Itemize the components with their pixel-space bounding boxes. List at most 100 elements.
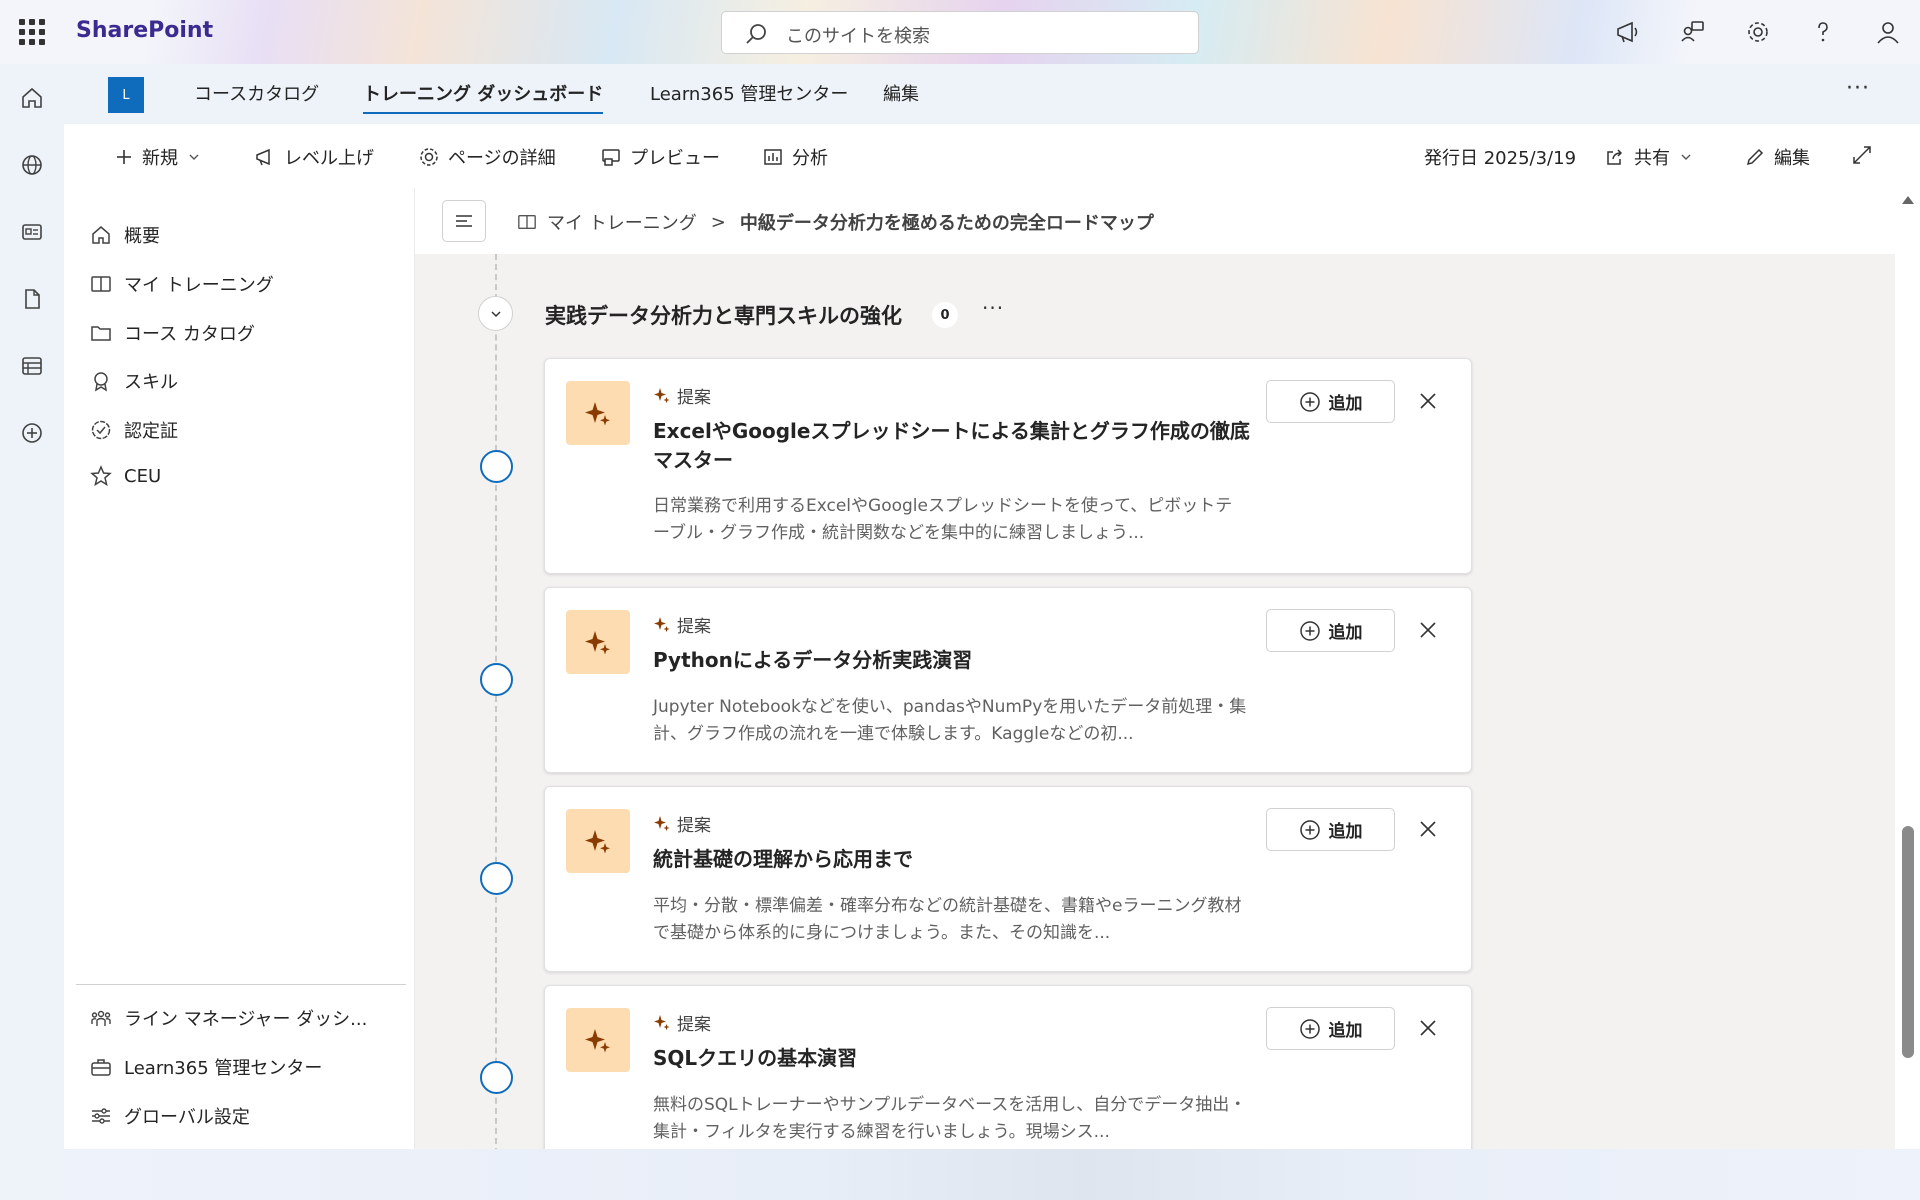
text-align-left-icon [456, 215, 472, 227]
nav-item-line-manager-dashboard[interactable]: ライン マネージャー ダッシ... [90, 1005, 367, 1031]
tab-learn365-admin[interactable]: Learn365 管理センター [650, 80, 848, 112]
list-icon[interactable] [0, 332, 64, 399]
breadcrumb: マイ トレーニング > 中級データ分析力を極めるための完全ロードマップ [517, 209, 1154, 235]
collapse-section-button[interactable] [478, 296, 513, 331]
add-button[interactable]: 追加 [1266, 808, 1395, 851]
toggle-nav-button[interactable] [442, 200, 486, 242]
sliders-icon [92, 1108, 110, 1124]
add-button[interactable]: 追加 [1266, 1007, 1395, 1050]
create-plus-icon[interactable] [0, 399, 64, 466]
card-title[interactable]: 統計基礎の理解から応用まで [653, 845, 1253, 874]
home-icon [92, 226, 110, 244]
account-avatar-icon[interactable] [1855, 0, 1920, 64]
certificate-icon [91, 420, 111, 440]
page-details-button[interactable]: ページの詳細 [418, 144, 556, 170]
more-options-icon[interactable]: ··· [1846, 76, 1870, 101]
suggestion-card[interactable]: 提案 SQLクエリの基本演習 無料のSQLトレーナーやサンプルデータベースを活用… [544, 985, 1472, 1149]
document-icon[interactable] [0, 265, 64, 332]
timeline-step-circle [480, 1061, 513, 1094]
site-logo[interactable]: L [108, 77, 144, 113]
nav-item-overview[interactable]: 概要 [90, 222, 160, 248]
help-icon[interactable] [1790, 0, 1855, 64]
megaphone-icon [256, 148, 270, 166]
card-description: Jupyter Notebookなどを使い、pandasやNumPyを用いたデー… [653, 697, 1247, 744]
level-up-button[interactable]: レベル上げ [254, 144, 374, 170]
sparkle-icon [585, 1029, 610, 1053]
megaphone-icon[interactable] [1595, 0, 1660, 64]
book-icon [91, 276, 111, 292]
scrollbar-thumb[interactable] [1902, 826, 1914, 1058]
search-placeholder: このサイトを検索 [786, 26, 930, 47]
chevron-down-icon [189, 154, 199, 160]
published-date: 発行日 2025/3/19 [1424, 148, 1577, 169]
analytics-button[interactable]: 分析 [762, 144, 828, 170]
nav-item-course-catalog[interactable]: コース カタログ [90, 320, 255, 346]
settings-gear-icon[interactable] [1725, 0, 1790, 64]
add-button[interactable]: 追加 [1266, 380, 1395, 423]
gear-icon [420, 148, 438, 166]
vertical-scrollbar[interactable] [1895, 188, 1920, 1149]
sparkle-icon [654, 387, 670, 403]
dismiss-icon[interactable] [1415, 816, 1441, 842]
new-label: 新規 [142, 148, 178, 169]
home-icon[interactable] [0, 64, 64, 131]
nav-item-global-settings[interactable]: グローバル設定 [90, 1103, 250, 1129]
globe-icon[interactable] [0, 131, 64, 198]
add-button-label: 追加 [1328, 1021, 1363, 1041]
share-label: 共有 [1634, 148, 1670, 169]
search-box[interactable]: このサイトを検索 [721, 11, 1199, 54]
tab-edit[interactable]: 編集 [883, 80, 919, 112]
expand-icon[interactable] [1851, 144, 1873, 166]
dismiss-icon[interactable] [1415, 388, 1441, 414]
add-button-label: 追加 [1328, 822, 1363, 842]
share-button[interactable]: 共有 [1604, 144, 1694, 170]
nav-item-label: グローバル設定 [124, 1107, 250, 1128]
left-navigation: 概要 マイ トレーニング コース カタログ スキル 認定証 CEU ライン マネ… [64, 188, 414, 1149]
level-up-label: レベル上げ [284, 148, 374, 169]
suggestion-card[interactable]: 提案 ExcelやGoogleスプレッドシートによる集計とグラフ作成の徹底マスタ… [544, 358, 1472, 574]
suggestion-tag-label: 提案 [677, 388, 711, 408]
suggestion-card[interactable]: 提案 統計基礎の理解から応用まで 平均・分散・標準偏差・確率分布などの統計基礎を… [544, 786, 1472, 972]
add-button[interactable]: 追加 [1266, 609, 1395, 652]
tab-course-catalog[interactable]: コースカタログ [194, 80, 319, 112]
share-icon [1607, 149, 1623, 165]
share-people-icon[interactable] [1660, 0, 1725, 64]
card-title[interactable]: ExcelやGoogleスプレッドシートによる集計とグラフ作成の徹底マスター [653, 417, 1253, 475]
tab-training-dashboard[interactable]: トレーニング ダッシュボード [363, 80, 604, 114]
chevron-down-icon [1681, 154, 1691, 160]
section-more-options-icon[interactable]: ··· [982, 296, 1004, 320]
card-thumbnail [566, 610, 630, 674]
nav-item-learn365-admin[interactable]: Learn365 管理センター [90, 1054, 322, 1080]
preview-button[interactable]: プレビュー [600, 144, 720, 170]
nav-item-certificates[interactable]: 認定証 [90, 417, 178, 443]
page-details-label: ページの詳細 [448, 148, 556, 169]
page-canvas: 概要 マイ トレーニング コース カタログ スキル 認定証 CEU ライン マネ… [64, 188, 1920, 1149]
dismiss-icon[interactable] [1415, 617, 1441, 643]
dismiss-icon[interactable] [1415, 1015, 1441, 1041]
timeline-step-circle [480, 450, 513, 483]
nav-item-label: CEU [124, 465, 162, 487]
people-team-icon [91, 1010, 111, 1026]
breadcrumb-parent[interactable]: マイ トレーニング [547, 209, 697, 235]
suggestion-tag-label: 提案 [677, 816, 711, 836]
sharepoint-brand[interactable]: SharePoint [76, 18, 213, 43]
suggestion-card[interactable]: 提案 Pythonによるデータ分析実践演習 Jupyter Notebookなど… [544, 587, 1472, 773]
new-button[interactable]: 新規 [114, 144, 202, 170]
suite-bar: SharePoint このサイトを検索 [0, 0, 1920, 64]
timeline-step-circle [480, 663, 513, 696]
app-launcher-icon[interactable] [19, 19, 45, 45]
nav-item-my-training[interactable]: マイ トレーニング [90, 271, 274, 297]
analytics-label: 分析 [792, 148, 828, 169]
card-title[interactable]: Pythonによるデータ分析実践演習 [653, 646, 1253, 675]
nav-item-ceu[interactable]: CEU [90, 465, 161, 487]
section-title: 実践データ分析力と専門スキルの強化 [545, 304, 902, 328]
edit-button[interactable]: 編集 [1744, 144, 1810, 170]
timeline-step-circle [480, 862, 513, 895]
card-title[interactable]: SQLクエリの基本演習 [653, 1044, 1253, 1073]
folder-icon [91, 326, 111, 341]
nav-item-label: 認定証 [124, 421, 178, 442]
nav-item-skills[interactable]: スキル [90, 368, 178, 394]
nav-item-label: ライン マネージャー ダッシ... [124, 1009, 368, 1030]
scroll-up-arrow-icon[interactable] [1902, 196, 1914, 204]
news-icon[interactable] [0, 198, 64, 265]
